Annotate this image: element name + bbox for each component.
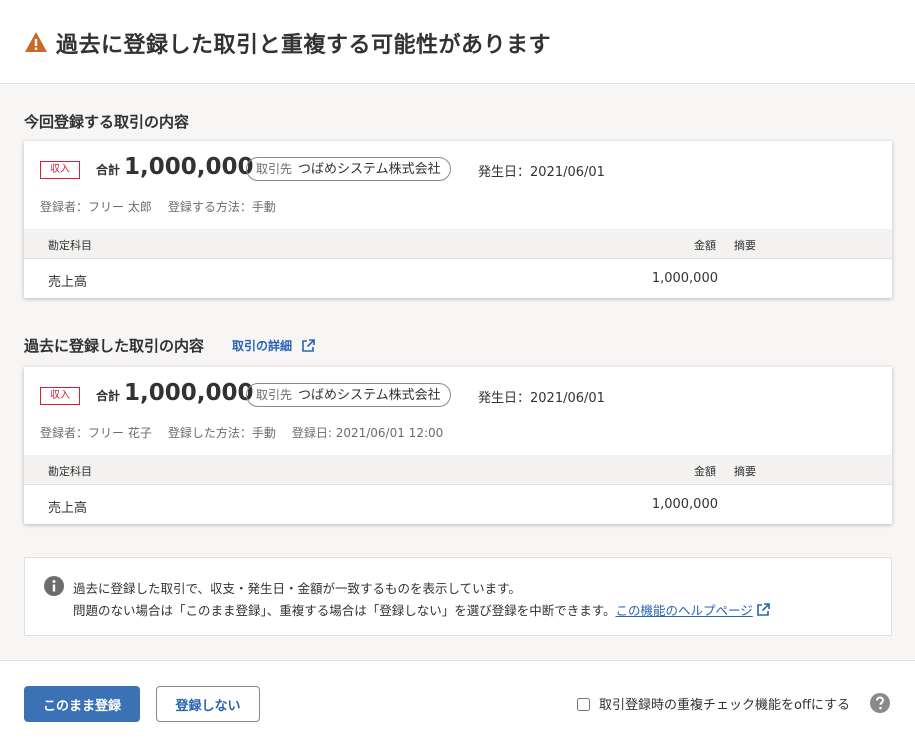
current-transaction-card: 収入 合計 1,000,000 取引先 つばめシステム株式会社 発生日：2021/… <box>24 141 892 298</box>
disable-duplicate-check-label[interactable]: 取引登録時の重複チェック機能をoffにする <box>599 694 850 713</box>
registration-date: 登録日: 2021/06/01 12:00 <box>291 426 444 440</box>
column-description: 摘要 <box>734 239 756 252</box>
info-icon <box>44 576 64 596</box>
issue-date: 発生日：2021/06/01 <box>478 391 605 406</box>
past-transaction-card: 収入 合計 1,000,000 取引先 つばめシステム株式会社 発生日：2021/… <box>24 367 892 524</box>
partner-chip: 取引先 つばめシステム株式会社 <box>246 157 451 181</box>
past-section-title: 過去に登録した取引の内容 <box>24 337 205 355</box>
row-account: 売上高 <box>48 275 88 290</box>
income-badge: 収入 <box>40 387 80 405</box>
row-amount: 1,000,000 <box>651 497 718 512</box>
dialog-title: 過去に登録した取引と重複する可能性があります <box>56 33 552 58</box>
table-row: 売上高 1,000,000 <box>24 260 892 298</box>
do-not-register-button[interactable]: 登録しない <box>156 686 260 722</box>
column-description: 摘要 <box>734 465 756 478</box>
total-label: 合計 <box>96 389 121 403</box>
registration-meta: 登録者：フリー 太郎 登録する方法：手動 <box>40 198 292 215</box>
registrant: 登録者：フリー 太郎 <box>40 200 152 214</box>
column-account: 勘定科目 <box>48 239 92 252</box>
help-icon[interactable] <box>870 693 890 713</box>
column-account: 勘定科目 <box>48 465 92 478</box>
partner-name: つばめシステム株式会社 <box>298 162 441 177</box>
duplicate-notice: 過去に登録した取引で、収支・発生日・金額が一致するものを表示しています。 問題の… <box>24 557 892 636</box>
warning-icon <box>25 32 47 52</box>
disable-duplicate-check-checkbox[interactable] <box>577 698 590 711</box>
notice-line-2-text: 問題のない場合は「このまま登録」、重複する場合は「登録しない」を選び登録を中断で… <box>73 603 616 618</box>
dialog-header: 過去に登録した取引と重複する可能性があります <box>0 0 915 84</box>
transaction-detail-link[interactable]: 取引の詳細 <box>232 337 292 354</box>
table-header: 勘定科目 金額 摘要 <box>24 455 892 485</box>
partner-label: 取引先 <box>256 162 293 176</box>
table-header: 勘定科目 金額 摘要 <box>24 229 892 259</box>
registration-method: 登録する方法：手動 <box>167 200 276 214</box>
partner-label: 取引先 <box>256 388 293 402</box>
current-section-title: 今回登録する取引の内容 <box>24 113 190 131</box>
external-link-icon[interactable] <box>300 338 316 354</box>
income-badge: 収入 <box>40 161 80 179</box>
total-amount: 1,000,000 <box>124 380 254 406</box>
registration-meta: 登録者：フリー 花子 登録した方法：手動 登録日: 2021/06/01 12:00 <box>40 424 459 441</box>
total-amount: 1,000,000 <box>124 154 254 180</box>
help-page-link[interactable]: この機能のヘルプページ <box>616 603 753 618</box>
registrant: 登録者：フリー 花子 <box>40 426 152 440</box>
notice-line-1: 過去に登録した取引で、収支・発生日・金額が一致するものを表示しています。 <box>73 581 521 596</box>
column-amount: 金額 <box>694 239 716 252</box>
registration-method: 登録した方法：手動 <box>167 426 276 440</box>
external-link-icon[interactable] <box>755 602 771 618</box>
partner-chip: 取引先 つばめシステム株式会社 <box>246 383 451 407</box>
issue-date: 発生日：2021/06/01 <box>478 165 605 180</box>
notice-line-2: 問題のない場合は「このまま登録」、重複する場合は「登録しない」を選び登録を中断で… <box>73 600 771 619</box>
total-label: 合計 <box>96 163 121 177</box>
column-amount: 金額 <box>694 465 716 478</box>
dialog-footer: このまま登録 登録しない 取引登録時の重複チェック機能をoffにする <box>0 660 915 745</box>
row-amount: 1,000,000 <box>651 271 718 286</box>
table-row: 売上高 1,000,000 <box>24 486 892 524</box>
partner-name: つばめシステム株式会社 <box>298 388 441 403</box>
row-account: 売上高 <box>48 501 88 516</box>
register-anyway-button[interactable]: このまま登録 <box>24 686 140 722</box>
